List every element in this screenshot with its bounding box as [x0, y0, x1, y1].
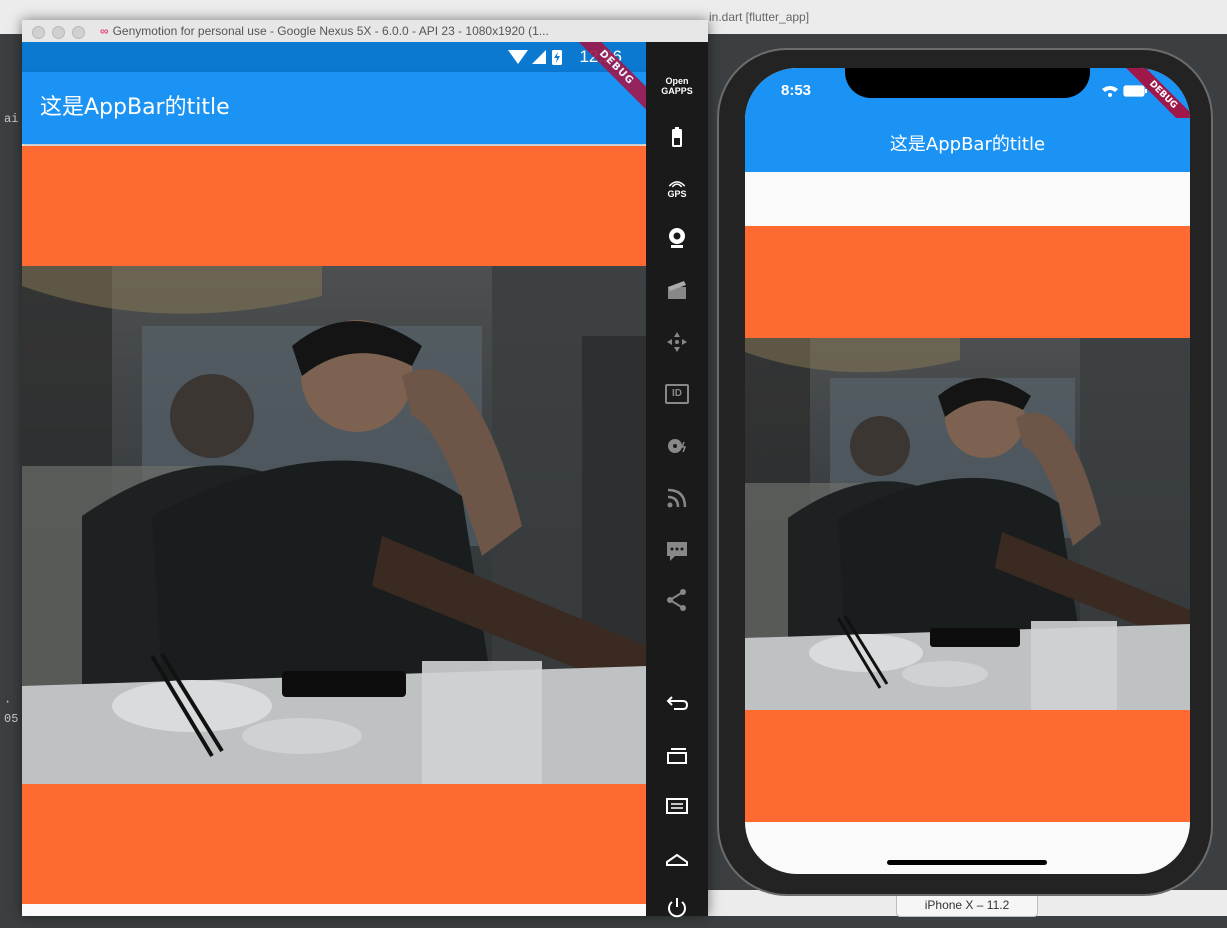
android-status-bar: 12:26: [22, 42, 646, 72]
share-icon: [667, 589, 686, 611]
zoom-window-button[interactable]: [72, 26, 85, 39]
dpad-button[interactable]: [646, 322, 708, 362]
ide-code-snippet: ·: [4, 695, 12, 709]
iphone-simulator-frame: 8:53 DEBUG 这是AppBar的title: [717, 48, 1213, 896]
android-screen: 12:26 这是AppBar的title DEBUG: [22, 42, 646, 916]
share-button[interactable]: [646, 580, 708, 620]
disk-icon: [668, 439, 687, 453]
sms-button[interactable]: [646, 530, 708, 570]
sms-icon: [667, 542, 687, 561]
device-id-button[interactable]: ID: [646, 374, 708, 414]
genymotion-titlebar: ∞ Genymotion for personal use - Google Ne…: [22, 20, 708, 43]
capture-button[interactable]: [646, 270, 708, 310]
gps-button[interactable]: GPS: [646, 168, 708, 208]
iphone-notch: [845, 68, 1090, 98]
device-selector[interactable]: iPhone X – 11.2: [896, 893, 1038, 917]
webcam-icon: [669, 228, 685, 248]
android-photo: [22, 266, 646, 784]
minimize-window-button[interactable]: [52, 26, 65, 39]
ios-wifi-battery-icon: [1102, 85, 1147, 97]
ios-status-time: 8:53: [781, 82, 812, 99]
power-button[interactable]: [646, 888, 708, 928]
android-orange-container-top: [22, 146, 646, 266]
ios-appbar: 这是AppBar的title: [745, 118, 1190, 172]
ide-code-snippet: ai: [4, 112, 19, 126]
home-icon: [666, 853, 688, 866]
battery-button[interactable]: [646, 118, 708, 158]
android-appbar-title: 这是AppBar的title: [40, 95, 230, 120]
back-icon: [666, 696, 689, 710]
gps-icon: GPS: [667, 177, 687, 199]
wifi-signal-battery-icon: [508, 50, 562, 65]
capture-icon: [668, 281, 686, 299]
dpad-icon: [667, 332, 687, 352]
power-icon: [668, 898, 686, 918]
close-window-button[interactable]: [32, 26, 45, 39]
webcam-button[interactable]: [646, 218, 708, 258]
ios-orange-container-top: [745, 226, 1190, 338]
ide-left-strip: [0, 34, 22, 916]
menu-icon: [666, 798, 688, 814]
genymotion-window: ∞ Genymotion for personal use - Google Ne…: [22, 20, 708, 918]
home-button[interactable]: [646, 838, 708, 878]
disk-button[interactable]: [646, 426, 708, 466]
cast-icon: [667, 488, 687, 508]
recent-apps-icon: [667, 748, 687, 764]
genymotion-title: ∞ Genymotion for personal use - Google Ne…: [100, 24, 549, 38]
menu-button[interactable]: [646, 786, 708, 826]
ios-home-indicator[interactable]: [887, 860, 1047, 865]
android-orange-container-bottom: [22, 784, 646, 904]
back-button[interactable]: [646, 682, 708, 722]
genymotion-toolbar: Open GAPPS GPS ID: [646, 42, 708, 918]
id-icon: ID: [665, 384, 689, 404]
open-gapps-button[interactable]: Open GAPPS: [646, 66, 708, 106]
battery-icon: [672, 127, 682, 147]
ide-code-snippet: 05: [4, 712, 19, 726]
open-gapps-label: Open GAPPS: [661, 76, 693, 96]
recent-apps-button[interactable]: [646, 736, 708, 776]
iphone-screen: 8:53 DEBUG 这是AppBar的title: [745, 68, 1190, 874]
android-appbar: 这是AppBar的title: [22, 72, 646, 144]
ios-photo: [745, 338, 1190, 710]
ide-window-title: in.dart [flutter_app]: [709, 10, 810, 24]
ios-orange-container-bottom: [745, 710, 1190, 822]
ios-appbar-title: 这是AppBar的title: [889, 134, 1046, 155]
genymotion-logo-icon: ∞: [100, 24, 109, 38]
cast-button[interactable]: [646, 478, 708, 518]
